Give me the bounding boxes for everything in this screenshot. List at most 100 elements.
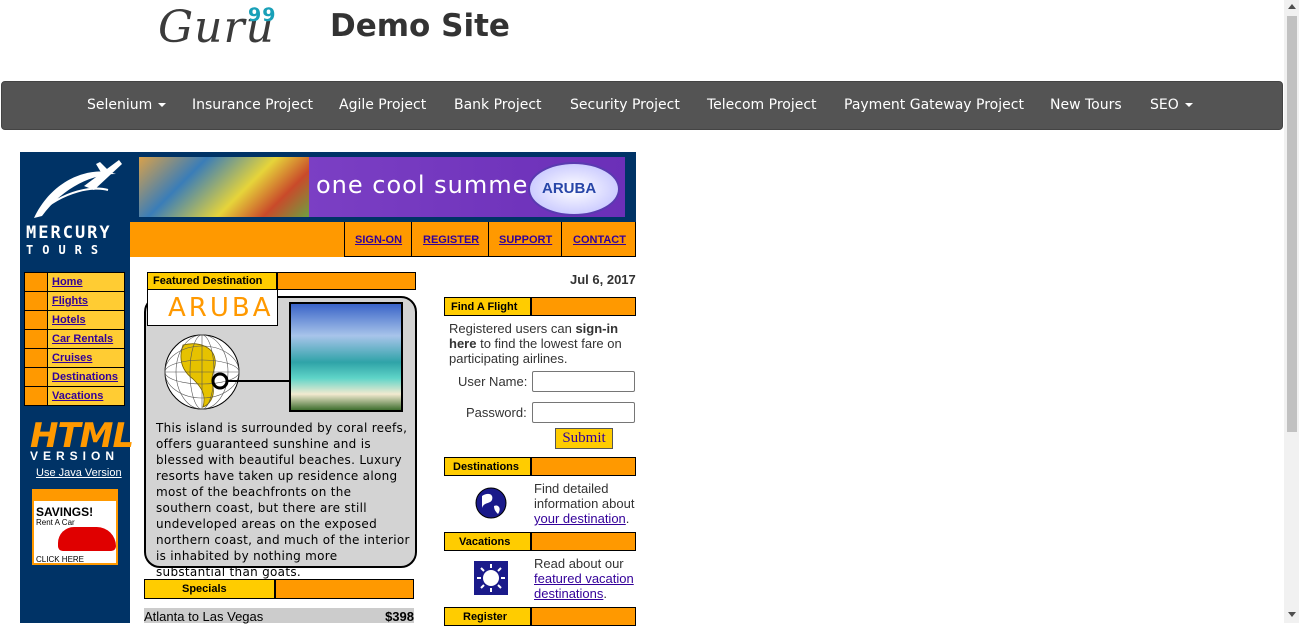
logo-superscript: 99 (248, 4, 277, 26)
sidebar-item-car-rentals: Car Rentals (24, 329, 125, 348)
section-title: Specials (182, 583, 227, 595)
destinations-text: Find detailed information about your des… (534, 481, 636, 526)
globe-icon (164, 334, 240, 410)
globe-pointer-line (228, 380, 290, 382)
sidebar-link[interactable]: Hotels (52, 314, 86, 326)
specials-header: Specials (144, 579, 275, 599)
support-link[interactable]: SUPPORT (499, 234, 552, 246)
nav-agile-project[interactable]: Agile Project (339, 97, 426, 113)
version-label: VERSION (30, 449, 120, 463)
current-date: Jul 6, 2017 (570, 272, 636, 287)
ad-subtitle: Rent A Car (36, 518, 75, 527)
contact-cell: CONTACT (561, 222, 636, 257)
special-route: Atlanta to Las Vegas (144, 609, 264, 624)
aruba-badge-text: ARUBA (542, 180, 597, 197)
featured-vacation-link[interactable]: featured vacation destinations (534, 571, 634, 601)
username-label: User Name: (458, 374, 528, 389)
guru99-logo[interactable]: Guru 99 (158, 2, 275, 53)
sun-vacation-icon[interactable] (474, 561, 508, 595)
featured-description: This island is surrounded by coral reefs… (156, 421, 410, 579)
main-navbar: Selenium Insurance Project Agile Project… (1, 81, 1283, 130)
register-link[interactable]: REGISTER (423, 234, 479, 246)
bullet-square (25, 311, 48, 329)
nav-label: Selenium (87, 97, 153, 113)
caret-down-icon (158, 103, 167, 107)
body-text: Read about our (534, 556, 624, 571)
nav-label: SEO (1150, 97, 1179, 113)
header-label-cell: Register (444, 607, 531, 626)
destination-name: ARUBA (168, 293, 274, 323)
sidebar-link[interactable]: Cruises (52, 352, 92, 364)
contact-link[interactable]: CONTACT (573, 234, 626, 246)
sidebar-item-hotels: Hotels (24, 310, 125, 329)
sidebar-item-flights: Flights (24, 291, 125, 310)
globe-destination-icon[interactable] (474, 486, 508, 520)
sidebar-link[interactable]: Destinations (52, 371, 118, 383)
header-filler (531, 532, 636, 551)
username-input[interactable] (532, 371, 635, 392)
caret-down-icon (1184, 103, 1193, 107)
header-filler (275, 579, 414, 599)
nav-telecom-project[interactable]: Telecom Project (707, 97, 817, 113)
site-title: Demo Site (330, 8, 510, 44)
header-label-cell: Vacations (444, 532, 531, 551)
header-filler (531, 457, 636, 476)
site-header: Guru 99 Demo Site (0, 0, 1284, 80)
support-cell: SUPPORT (488, 222, 562, 257)
nav-new-tours[interactable]: New Tours (1050, 97, 1122, 113)
banner-text: one cool summer (316, 171, 540, 199)
punctuation: . (603, 586, 608, 601)
password-label: Password: (466, 405, 527, 420)
intro-text: Registered users can (449, 321, 576, 336)
bullet-square (25, 292, 48, 310)
scroll-up-arrow-icon[interactable] (1288, 4, 1296, 9)
password-input[interactable] (532, 402, 635, 423)
section-title: Register (463, 611, 508, 623)
scrollbar-thumb[interactable] (1287, 16, 1297, 432)
nav-payment-gateway-project[interactable]: Payment Gateway Project (844, 97, 1024, 113)
bullet-square (25, 368, 48, 386)
header-filler (531, 297, 636, 316)
sidebar-nav: Home Flights Hotels Car Rentals Cruises … (24, 272, 125, 406)
sidebar-link[interactable]: Flights (52, 295, 88, 307)
car-rental-ad[interactable]: SAVINGS! Rent A Car CLICK HERE (32, 489, 118, 565)
body-text: Find detailed information about (534, 481, 635, 511)
signon-cell: SIGN-ON (344, 222, 412, 257)
submit-button[interactable]: Submit (555, 428, 613, 449)
find-a-flight-header: Find A Flight (444, 297, 636, 316)
signon-link[interactable]: SIGN-ON (355, 234, 402, 246)
sidebar-link[interactable]: Vacations (52, 390, 103, 402)
nav-bank-project[interactable]: Bank Project (454, 97, 542, 113)
nav-security-project[interactable]: Security Project (570, 97, 680, 113)
your-destination-link[interactable]: your destination (534, 511, 626, 526)
vacations-text: Read about our featured vacation destina… (534, 556, 636, 601)
header-filler (531, 607, 636, 626)
vacations-header: Vacations (444, 532, 636, 551)
sidebar-item-cruises: Cruises (24, 348, 125, 367)
nav-insurance-project[interactable]: Insurance Project (192, 97, 313, 113)
destinations-header: Destinations (444, 457, 636, 476)
nav-seo[interactable]: SEO (1150, 97, 1193, 113)
nav-selenium[interactable]: Selenium (87, 97, 167, 113)
bullet-square (25, 349, 48, 367)
sidebar-item-vacations: Vacations (24, 386, 125, 406)
aruba-badge: ARUBA (528, 162, 620, 216)
section-title: Destinations (453, 461, 520, 473)
scroll-down-arrow-icon[interactable] (1288, 612, 1296, 617)
java-version-link[interactable]: Use Java Version (36, 467, 122, 479)
sidebar-link[interactable]: Car Rentals (52, 333, 113, 345)
sidebar-link[interactable]: Home (52, 276, 83, 288)
bullet-square (25, 387, 48, 405)
punctuation: . (625, 511, 630, 526)
aruba-beach-photo (289, 302, 403, 412)
ad-title: SAVINGS! (36, 505, 94, 519)
aruba-banner-ad[interactable]: one cool summer ARUBA (139, 157, 625, 217)
banner-photo (139, 157, 309, 217)
ad-top-bar (34, 491, 116, 501)
featured-destination-header: Featured Destination (147, 272, 277, 290)
header-label-cell: Destinations (444, 457, 531, 476)
header-filler (277, 272, 416, 290)
tours-wordmark: TOURS (26, 243, 108, 257)
bullet-square (25, 330, 48, 348)
section-title: Featured Destination (153, 275, 263, 287)
